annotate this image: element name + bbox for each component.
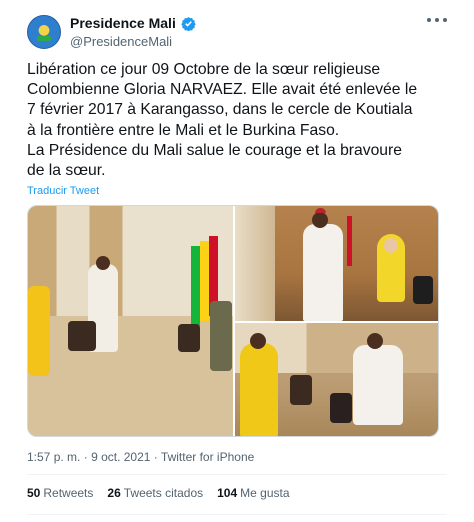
likes-stat[interactable]: 104 Me gusta (217, 486, 289, 500)
author-name-row: Presidence Mali (70, 15, 196, 31)
quote-tweets-stat[interactable]: 26 Tweets citados (107, 486, 203, 500)
quotes-label: Tweets citados (123, 486, 204, 500)
divider (27, 514, 447, 515)
quotes-count: 26 (107, 486, 121, 500)
translate-tweet-link[interactable]: Traducir Tweet (27, 185, 99, 197)
verified-badge-icon (181, 16, 196, 31)
retweets-count: 50 (27, 486, 41, 500)
divider (27, 474, 447, 475)
photo-greeting[interactable] (235, 206, 438, 321)
meta-separator: · (153, 450, 158, 464)
tweet-header: Presidence Mali @PresidenceMali (27, 10, 447, 54)
photo-seated-guests[interactable] (235, 323, 438, 436)
tweet-source: Twitter for iPhone (160, 450, 255, 464)
tweet-metadata: 1:57 p. m. · 9 oct. 2021 · Twitter for i… (27, 450, 254, 464)
more-options-icon[interactable] (427, 13, 447, 27)
retweets-stat[interactable]: 50 Retweets (27, 486, 93, 500)
meta-separator: · (83, 450, 88, 464)
author-handle[interactable]: @PresidenceMali (70, 34, 172, 49)
avatar[interactable] (27, 15, 61, 49)
tweet-text: Libération ce jour 09 Octobre de la sœur… (27, 61, 418, 180)
tweet-date[interactable]: 9 oct. 2021 (91, 450, 150, 464)
photo-meeting-room[interactable] (28, 206, 233, 436)
tweet-stats: 50 Retweets 26 Tweets citados 104 Me gusta (27, 486, 290, 500)
likes-label: Me gusta (240, 486, 290, 500)
retweets-label: Retweets (43, 486, 94, 500)
author-display-name[interactable]: Presidence Mali (70, 15, 176, 31)
tweet-time[interactable]: 1:57 p. m. (27, 450, 80, 464)
tweet-media-grid (27, 205, 439, 437)
likes-count: 104 (217, 486, 238, 500)
